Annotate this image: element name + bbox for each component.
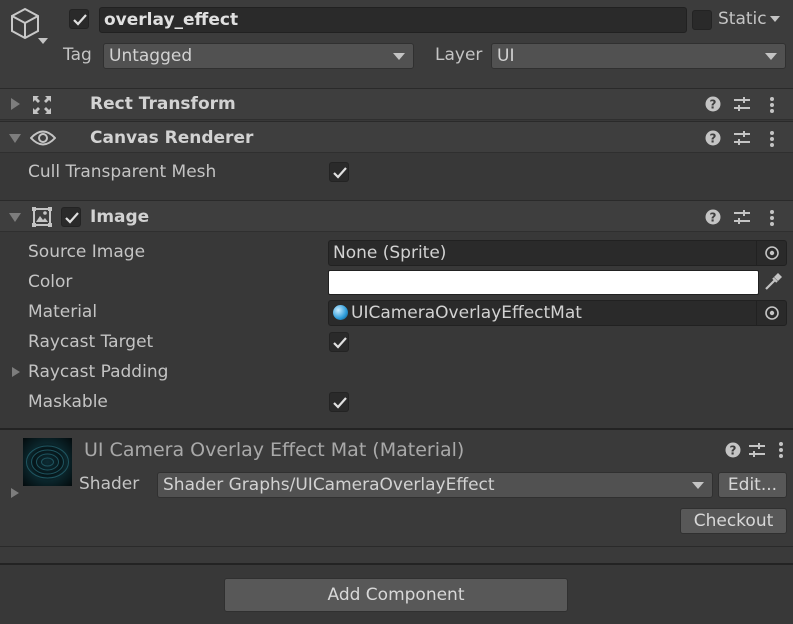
object-picker-icon[interactable]: [756, 241, 786, 265]
image-header[interactable]: Image ?: [0, 200, 793, 232]
material-value: UICameraOverlayEffectMat: [351, 303, 582, 323]
foldout-arrow-collapsed[interactable]: [11, 98, 20, 110]
maskable-label: Maskable: [28, 392, 108, 412]
kebab-menu-icon[interactable]: [769, 96, 775, 119]
image-title: Image: [90, 207, 150, 227]
kebab-menu-icon[interactable]: [778, 441, 784, 464]
help-icon[interactable]: ?: [705, 209, 721, 230]
add-component-button[interactable]: Add Component: [224, 578, 568, 612]
help-icon[interactable]: ?: [705, 96, 721, 117]
foldout-arrow-expanded[interactable]: [9, 134, 21, 143]
chevron-down-icon: [765, 53, 777, 60]
sliders-icon[interactable]: [733, 209, 751, 230]
svg-text:?: ?: [710, 211, 717, 225]
layer-value: UI: [497, 46, 515, 66]
sliders-icon[interactable]: [748, 442, 766, 463]
color-swatch[interactable]: [328, 270, 759, 295]
cull-transparent-mesh-toggle[interactable]: [329, 162, 349, 182]
gameobject-name-input[interactable]: overlay_effect: [99, 7, 687, 33]
raycast-padding-label[interactable]: Raycast Padding: [28, 362, 168, 382]
image-icon: [32, 207, 52, 232]
material-field[interactable]: UICameraOverlayEffectMat: [328, 300, 787, 326]
eyedropper-icon[interactable]: [762, 271, 784, 298]
shader-dropdown[interactable]: Shader Graphs/UICameraOverlayEffect: [157, 472, 713, 498]
layer-label: Layer: [435, 45, 483, 65]
canvas-renderer-header[interactable]: Canvas Renderer ?: [0, 121, 793, 153]
raycast-target-label: Raycast Target: [28, 332, 154, 352]
rect-transform-icon: [31, 94, 53, 121]
sliders-icon[interactable]: [733, 130, 751, 151]
kebab-menu-icon[interactable]: [769, 209, 775, 232]
material-sphere-icon: [333, 305, 348, 320]
footer: Add Component: [0, 565, 793, 624]
cull-transparent-mesh-label: Cull Transparent Mesh: [28, 162, 217, 182]
material-title: UI Camera Overlay Effect Mat (Material): [84, 439, 465, 461]
tag-dropdown[interactable]: Untagged: [103, 43, 414, 69]
material-section: UI Camera Overlay Effect Mat (Material) …: [0, 430, 793, 548]
gameobject-name-text: overlay_effect: [104, 10, 239, 30]
footer-spacer: [0, 547, 793, 563]
edit-shader-button[interactable]: Edit...: [718, 472, 787, 498]
rect-transform-title: Rect Transform: [90, 94, 236, 114]
source-image-label: Source Image: [28, 242, 146, 262]
chevron-down-icon: [393, 53, 405, 60]
shader-label: Shader: [79, 474, 140, 494]
help-icon[interactable]: ?: [725, 442, 741, 463]
cube-icon[interactable]: [8, 6, 42, 45]
tag-label: Tag: [63, 45, 92, 65]
svg-text:?: ?: [710, 132, 717, 146]
shader-value: Shader Graphs/UICameraOverlayEffect: [163, 475, 495, 495]
icon-dropdown-caret[interactable]: [38, 38, 48, 44]
active-toggle[interactable]: [69, 9, 89, 29]
object-picker-icon[interactable]: [756, 301, 786, 325]
edit-shader-label: Edit...: [727, 475, 778, 495]
maskable-toggle[interactable]: [329, 392, 349, 412]
foldout-arrow-expanded[interactable]: [9, 213, 21, 222]
material-label: Material: [28, 302, 98, 322]
rect-transform-header[interactable]: Rect Transform ?: [0, 88, 793, 120]
raycast-padding-foldout[interactable]: [12, 367, 20, 377]
material-foldout[interactable]: [11, 488, 19, 498]
color-label: Color: [28, 272, 73, 292]
kebab-menu-icon[interactable]: [769, 130, 775, 153]
static-label[interactable]: Static: [718, 9, 767, 29]
svg-text:?: ?: [710, 98, 717, 112]
static-dropdown-caret[interactable]: [770, 16, 780, 22]
checkout-label: Checkout: [693, 511, 774, 531]
source-image-value: None (Sprite): [333, 243, 447, 263]
add-component-label: Add Component: [327, 585, 465, 605]
sliders-icon[interactable]: [733, 96, 751, 117]
help-icon[interactable]: ?: [705, 130, 721, 151]
layer-dropdown[interactable]: UI: [491, 43, 786, 69]
image-enabled-toggle[interactable]: [61, 207, 81, 227]
checkout-button[interactable]: Checkout: [680, 508, 787, 534]
svg-text:?: ?: [730, 444, 737, 458]
chevron-down-icon: [692, 482, 704, 489]
tag-value: Untagged: [109, 46, 193, 66]
source-image-field[interactable]: None (Sprite): [328, 240, 787, 266]
raycast-target-toggle[interactable]: [329, 332, 349, 352]
material-preview-thumbnail: [23, 438, 72, 486]
gameobject-header: overlay_effect Static Tag Untagged Layer…: [0, 0, 793, 88]
static-toggle[interactable]: [692, 10, 712, 30]
canvas-renderer-title: Canvas Renderer: [90, 128, 254, 148]
eye-icon: [29, 129, 57, 152]
